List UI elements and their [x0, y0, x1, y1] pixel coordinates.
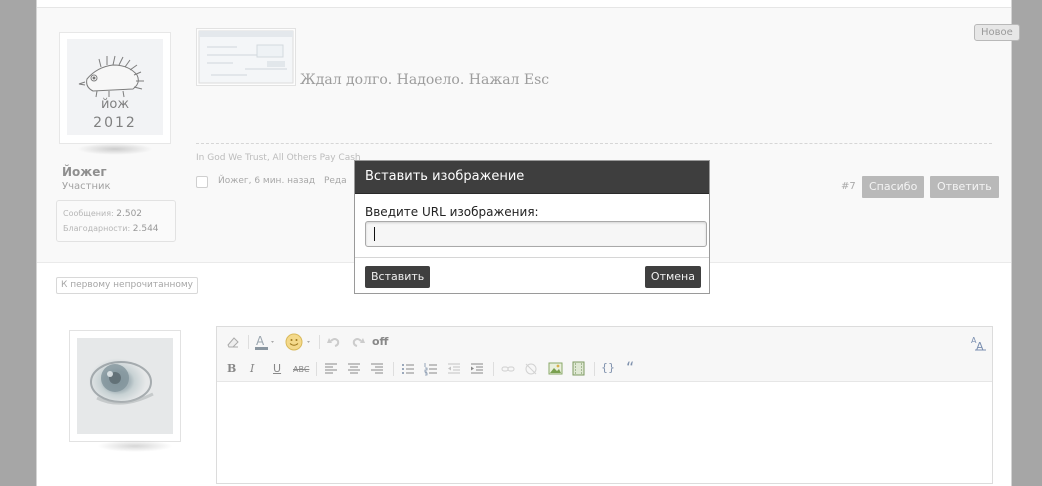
bold-icon[interactable]: B [227, 362, 236, 376]
font-color-icon[interactable]: A [255, 333, 277, 355]
hedgehog-icon: йож 2012 [78, 55, 144, 131]
outdent-icon[interactable] [447, 362, 461, 380]
toolbar-divider [248, 335, 249, 349]
svg-text:A: A [256, 334, 265, 348]
align-right-icon[interactable] [370, 362, 384, 380]
font-size-icon[interactable]: AA [971, 335, 987, 355]
eraser-icon[interactable] [226, 335, 240, 353]
eye-avatar-image [77, 338, 173, 434]
first-unread-link[interactable]: К первому непрочитанному [56, 277, 199, 294]
hedgehog-logo: йож 2012 [67, 39, 163, 135]
undo-icon[interactable] [327, 335, 341, 353]
avatar-shadow [77, 143, 153, 155]
user-role: Участник [62, 181, 111, 192]
code-icon[interactable]: {} [601, 361, 615, 375]
avatar-year: 2012 [93, 115, 137, 131]
post-image-thumbnail[interactable] [196, 28, 296, 86]
unlink-icon[interactable] [524, 362, 538, 380]
image-icon[interactable] [548, 361, 563, 380]
svg-text:A: A [976, 340, 984, 351]
smiley-icon[interactable] [285, 333, 313, 355]
redo-icon[interactable] [351, 335, 365, 353]
link-icon[interactable] [501, 362, 515, 380]
indent-icon[interactable] [470, 362, 484, 380]
toolbar-divider [594, 362, 595, 376]
editor-toolbar: A off AA B I U ABC {} “ [217, 327, 992, 382]
signature-divider [196, 143, 992, 144]
new-badge: Новое [974, 24, 1020, 41]
toolbar-divider [493, 362, 494, 376]
post-text: Ждал долго. Надоело. Нажал Esc [300, 72, 550, 88]
thanks-button[interactable]: Спасибо [862, 176, 925, 198]
user-stats: Сообщения: 2.502 Благодарности: 2.544 [56, 200, 176, 242]
stat-thanks: Благодарности: 2.544 [63, 224, 159, 234]
quote-icon[interactable]: “ [626, 360, 634, 376]
italic-icon[interactable]: I [250, 362, 254, 376]
post-author-time: Йожег, 6 мин. назад [218, 176, 316, 186]
align-left-icon[interactable] [324, 362, 338, 380]
avatar2-shadow [97, 440, 173, 452]
screenshot-thumbnail-icon [198, 30, 294, 84]
stat-thanks-value: 2.544 [132, 224, 159, 234]
signature: In God We Trust, All Others Pay Cash [196, 153, 361, 163]
strikethrough-icon[interactable]: ABC [293, 363, 309, 377]
select-post-checkbox[interactable] [196, 176, 208, 188]
image-url-input[interactable] [365, 221, 707, 247]
editor-textarea[interactable] [217, 382, 992, 483]
reply-button[interactable]: Ответить [930, 176, 999, 198]
avatar-text-top: йож [101, 97, 129, 112]
username[interactable]: Йожег [62, 165, 107, 179]
current-user-avatar [69, 330, 181, 442]
text-caret [374, 227, 375, 241]
toolbar-divider [393, 362, 394, 376]
bullet-list-icon[interactable] [401, 362, 415, 380]
dialog-title: Вставить изображение [355, 161, 709, 194]
post-meta: Йожег, 6 мин. назад Реда [218, 176, 347, 186]
toolbar-divider [316, 362, 317, 376]
off-toggle[interactable]: off [372, 335, 388, 349]
stat-posts-label: Сообщения: [63, 209, 114, 218]
stat-posts-value: 2.502 [116, 209, 143, 219]
underline-icon[interactable]: U [273, 362, 281, 376]
numbered-list-icon[interactable] [424, 362, 438, 380]
align-center-icon[interactable] [347, 362, 361, 380]
cancel-button[interactable]: Отмена [644, 266, 701, 288]
stat-thanks-label: Благодарности: [63, 224, 131, 233]
dialog-divider [355, 257, 709, 258]
reply-editor: A off AA B I U ABC {} “ [216, 326, 993, 484]
media-icon[interactable] [571, 361, 586, 380]
insert-button[interactable]: Вставить [365, 266, 431, 288]
eye-icon [90, 361, 154, 405]
post-number[interactable]: #7 [841, 181, 856, 192]
user-avatar[interactable]: йож 2012 [59, 32, 171, 144]
url-label: Введите URL изображения: [365, 205, 539, 219]
toolbar-divider [319, 335, 320, 349]
insert-image-dialog: Вставить изображение Введите URL изображ… [354, 160, 710, 294]
stat-posts: Сообщения: 2.502 [63, 209, 142, 219]
post-edited[interactable]: Реда [324, 176, 347, 186]
